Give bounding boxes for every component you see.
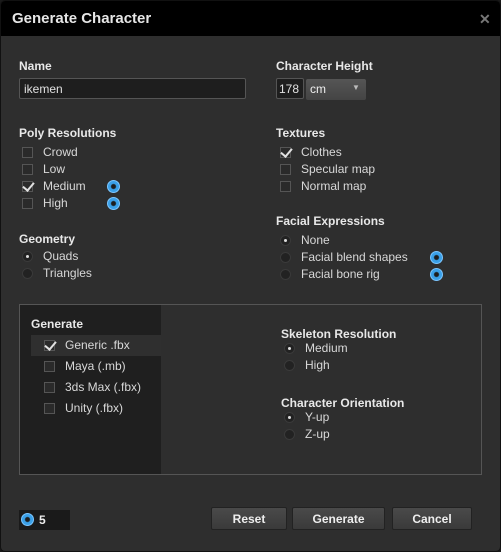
credits-value: 5: [39, 513, 46, 527]
checkbox-label: 3ds Max (.fbx): [65, 380, 142, 394]
generate-label: Generate: [31, 317, 84, 331]
poly-resolutions-label: Poly Resolutions: [19, 126, 117, 140]
title-bar: Generate Character ✕: [1, 1, 500, 36]
name-input[interactable]: ikemen: [19, 78, 246, 99]
credit-icon: [430, 268, 443, 281]
chevron-down-icon: ▼: [352, 83, 360, 92]
radio[interactable]: [284, 359, 295, 371]
geometry-label: Geometry: [19, 232, 76, 246]
geometry-triangles-radio[interactable]: Triangles: [22, 265, 92, 281]
credit-icon: [107, 180, 120, 193]
radio-label: Y-up: [305, 410, 330, 424]
radio-label: Triangles: [43, 266, 92, 280]
generate-button[interactable]: Generate: [292, 507, 385, 530]
poly-low-checkbox[interactable]: Low: [22, 161, 65, 177]
generate-panel: Generate Generic .fbx Maya (.mb) 3ds Max…: [19, 304, 482, 475]
skeleton-high-radio[interactable]: High: [284, 357, 330, 373]
unit-value: cm: [310, 82, 326, 96]
checkbox[interactable]: [44, 360, 55, 372]
format-list: Generate Generic .fbx Maya (.mb) 3ds Max…: [20, 305, 161, 474]
radio[interactable]: [280, 234, 291, 246]
radio-label: Z-up: [305, 427, 330, 441]
format-generic-checkbox[interactable]: Generic .fbx: [44, 337, 130, 353]
radio[interactable]: [284, 342, 295, 354]
height-input[interactable]: 178: [276, 78, 304, 99]
checkbox-label: Generic .fbx: [65, 338, 130, 352]
radio-label: Facial bone rig: [301, 267, 380, 281]
skeleton-medium-radio[interactable]: Medium: [284, 340, 348, 356]
character-height-label: Character Height: [276, 59, 373, 73]
checkbox[interactable]: [44, 381, 55, 393]
geometry-quads-radio[interactable]: Quads: [22, 248, 78, 264]
texture-normal-checkbox[interactable]: Normal map: [280, 178, 366, 194]
radio[interactable]: [280, 251, 291, 263]
checkbox[interactable]: [280, 180, 291, 192]
credit-icon: [430, 251, 443, 264]
radio-label: Medium: [305, 341, 348, 355]
orientation-yup-radio[interactable]: Y-up: [284, 409, 329, 425]
texture-clothes-checkbox[interactable]: Clothes: [280, 144, 342, 160]
textures-label: Textures: [276, 126, 326, 140]
poly-medium-checkbox[interactable]: Medium: [22, 178, 86, 194]
dialog-title: Generate Character: [12, 10, 152, 27]
checkbox[interactable]: [44, 339, 55, 351]
texture-specular-checkbox[interactable]: Specular map: [280, 161, 375, 177]
facial-bone-radio[interactable]: Facial bone rig: [280, 266, 380, 282]
radio[interactable]: [280, 268, 291, 280]
checkbox[interactable]: [22, 180, 33, 192]
name-label: Name: [19, 59, 52, 73]
checkbox-label: Medium: [43, 179, 86, 193]
checkbox-label: High: [43, 196, 68, 210]
generate-character-dialog: Generate Character ✕ Name ikemen Charact…: [0, 0, 501, 552]
checkbox-label: Low: [43, 162, 66, 176]
credits-counter: 5: [19, 510, 70, 530]
format-maya-checkbox[interactable]: Maya (.mb): [44, 358, 126, 374]
poly-crowd-checkbox[interactable]: Crowd: [22, 144, 78, 160]
credit-icon: [21, 513, 34, 526]
unit-select[interactable]: cm ▼: [306, 79, 366, 100]
checkbox-label: Crowd: [43, 145, 78, 159]
close-icon[interactable]: ✕: [479, 11, 491, 28]
checkbox-label: Maya (.mb): [65, 359, 126, 373]
facial-blend-radio[interactable]: Facial blend shapes: [280, 249, 408, 265]
radio[interactable]: [22, 267, 33, 279]
checkbox[interactable]: [44, 402, 55, 414]
orientation-zup-radio[interactable]: Z-up: [284, 426, 330, 442]
facial-expressions-label: Facial Expressions: [276, 214, 385, 228]
checkbox[interactable]: [280, 146, 291, 158]
radio[interactable]: [284, 411, 295, 423]
reset-button[interactable]: Reset: [211, 507, 287, 530]
checkbox[interactable]: [22, 197, 33, 209]
checkbox[interactable]: [280, 163, 291, 175]
radio[interactable]: [284, 428, 295, 440]
checkbox-label: Unity (.fbx): [65, 401, 124, 415]
radio-label: Facial blend shapes: [301, 250, 408, 264]
radio-label: Quads: [43, 249, 79, 263]
radio[interactable]: [22, 250, 33, 262]
radio-label: High: [305, 358, 330, 372]
skeleton-resolution-label: Skeleton Resolution: [281, 327, 397, 341]
checkbox[interactable]: [22, 146, 33, 158]
character-orientation-label: Character Orientation: [281, 396, 405, 410]
cancel-button[interactable]: Cancel: [392, 507, 472, 530]
facial-none-radio[interactable]: None: [280, 232, 330, 248]
checkbox-label: Specular map: [301, 162, 376, 176]
format-3dsmax-checkbox[interactable]: 3ds Max (.fbx): [44, 379, 141, 395]
poly-high-checkbox[interactable]: High: [22, 195, 68, 211]
checkbox-label: Clothes: [301, 145, 342, 159]
credit-icon: [107, 197, 120, 210]
radio-label: None: [301, 233, 330, 247]
format-unity-checkbox[interactable]: Unity (.fbx): [44, 400, 123, 416]
checkbox[interactable]: [22, 163, 33, 175]
checkbox-label: Normal map: [301, 179, 367, 193]
